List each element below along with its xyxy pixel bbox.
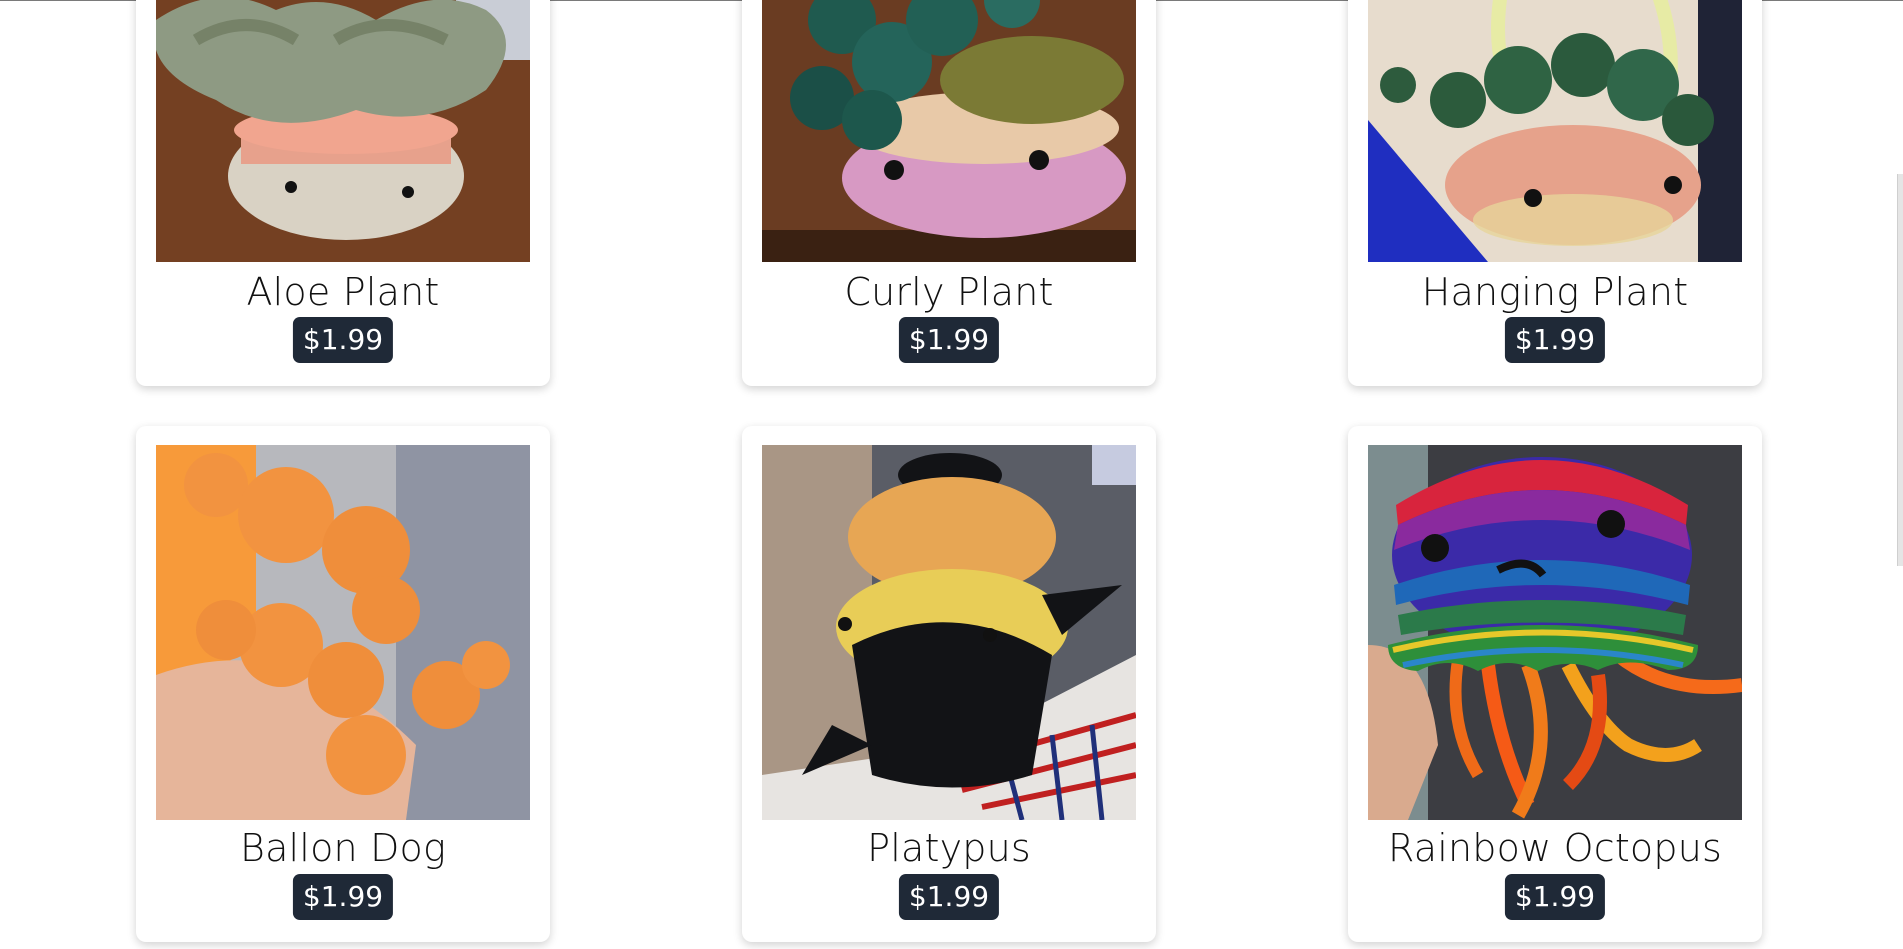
aloe-plant-photo[interactable] bbox=[156, 0, 530, 262]
product-card-hanging-plant[interactable]: Hanging Plant $1.99 bbox=[1348, 0, 1762, 386]
price-badge: $1.99 bbox=[898, 874, 1000, 920]
price-badge: $1.99 bbox=[292, 317, 394, 363]
product-card-aloe-plant[interactable]: Aloe Plant $1.99 bbox=[136, 0, 550, 386]
curly-plant-photo[interactable] bbox=[762, 0, 1136, 262]
product-name[interactable]: Aloe Plant bbox=[136, 270, 550, 314]
product-card-ballon-dog[interactable]: Ballon Dog $1.99 bbox=[136, 426, 550, 942]
scrollbar-thumb[interactable] bbox=[1897, 174, 1903, 566]
price-badge: $1.99 bbox=[898, 317, 1000, 363]
price-badge: $1.99 bbox=[1504, 874, 1606, 920]
product-name[interactable]: Curly Plant bbox=[742, 270, 1156, 314]
product-grid: Aloe Plant $1.99 Curly Plant $1.99 Hangi… bbox=[0, 0, 1903, 949]
page-scrollbar[interactable] bbox=[1897, 0, 1903, 949]
product-name[interactable]: Hanging Plant bbox=[1348, 270, 1762, 314]
rainbow-octopus-photo[interactable] bbox=[1368, 445, 1742, 820]
product-name[interactable]: Ballon Dog bbox=[136, 826, 550, 870]
product-card-platypus[interactable]: Platypus $1.99 bbox=[742, 426, 1156, 942]
product-card-curly-plant[interactable]: Curly Plant $1.99 bbox=[742, 0, 1156, 386]
price-badge: $1.99 bbox=[1504, 317, 1606, 363]
price-badge: $1.99 bbox=[292, 874, 394, 920]
hanging-plant-photo[interactable] bbox=[1368, 0, 1742, 262]
balloon-dog-photo[interactable] bbox=[156, 445, 530, 820]
platypus-photo[interactable] bbox=[762, 445, 1136, 820]
product-card-rainbow-octopus[interactable]: Rainbow Octopus $1.99 bbox=[1348, 426, 1762, 942]
product-name[interactable]: Platypus bbox=[742, 826, 1156, 870]
product-name[interactable]: Rainbow Octopus bbox=[1348, 826, 1762, 870]
